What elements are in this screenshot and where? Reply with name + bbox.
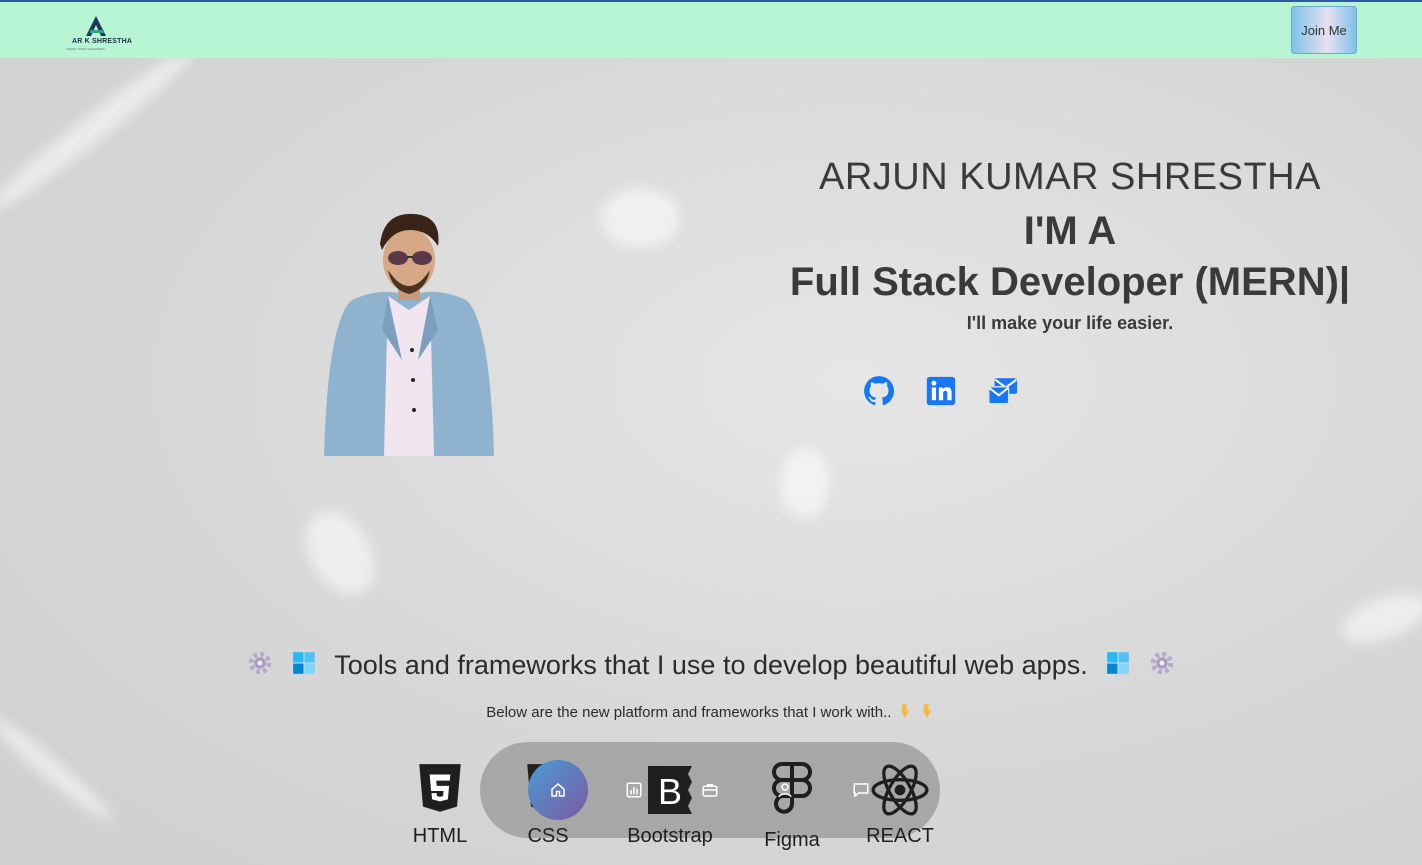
brand-logo[interactable]: AR K SHRESTHA I MAKE YOUR LIFE EASIER bbox=[66, 12, 146, 52]
hero-role: Full Stack Developer (MERN)| bbox=[789, 260, 1351, 304]
tech-label: REACT bbox=[866, 825, 934, 847]
dock-about-button[interactable] bbox=[776, 781, 794, 799]
hero-tagline: I'll make your life easier. bbox=[966, 313, 1174, 333]
tools-heading: Tools and frameworks that I use to devel… bbox=[0, 648, 1422, 685]
tools-subtitle-text: Below are the new platform and framework… bbox=[486, 703, 892, 721]
profile-photo bbox=[322, 210, 496, 456]
gear-icon bbox=[245, 648, 275, 685]
chat-icon bbox=[853, 783, 869, 798]
linkedin-link[interactable] bbox=[924, 374, 958, 408]
svg-text:B: B bbox=[658, 771, 682, 812]
tech-item-react: REACT bbox=[866, 762, 934, 848]
gear-icon bbox=[1147, 648, 1177, 685]
navbar: AR K SHRESTHA I MAKE YOUR LIFE EASIER Jo… bbox=[0, 2, 1422, 58]
join-me-button[interactable]: Join Me bbox=[1291, 6, 1357, 54]
tools-title-text: Tools and frameworks that I use to devel… bbox=[334, 649, 1088, 680]
tech-label: Bootstrap bbox=[627, 825, 713, 847]
github-link[interactable] bbox=[862, 374, 896, 408]
tech-item-bootstrap: B Bootstrap bbox=[622, 762, 718, 848]
tools-subheading: Below are the new platform and framework… bbox=[0, 702, 1422, 724]
html5-icon bbox=[419, 764, 461, 812]
chart-icon bbox=[626, 782, 642, 798]
windows-icon bbox=[1105, 650, 1131, 683]
tech-label: HTML bbox=[412, 825, 468, 847]
tech-item-figma: Figma bbox=[760, 762, 824, 852]
bootstrap-icon: B bbox=[648, 766, 692, 814]
mail-icon bbox=[988, 378, 1018, 405]
dock-stats-button[interactable] bbox=[625, 781, 643, 799]
pointing-down-icon bbox=[896, 702, 914, 724]
linkedin-icon bbox=[926, 376, 956, 406]
hero-name: ARJUN KUMAR SHRESTHA bbox=[819, 156, 1321, 198]
dock-home-button[interactable] bbox=[528, 760, 588, 820]
tech-item-html: HTML bbox=[408, 762, 472, 848]
logo-tagline: I MAKE YOUR LIFE EASIER bbox=[66, 47, 105, 51]
dock-portfolio-button[interactable] bbox=[701, 781, 719, 799]
tech-label: CSS bbox=[527, 825, 569, 847]
home-icon bbox=[551, 783, 565, 797]
pointing-down-icon bbox=[918, 702, 936, 724]
hero-intro: I'M A bbox=[1023, 209, 1117, 253]
briefcase-icon bbox=[702, 784, 718, 797]
email-link[interactable] bbox=[986, 374, 1020, 408]
react-icon bbox=[871, 764, 929, 816]
logo-text: AR K SHRESTHA bbox=[72, 38, 133, 45]
hero-text: ARJUN KUMAR SHRESTHA I'M A Full Stack De… bbox=[760, 150, 1380, 334]
tech-label: Figma bbox=[764, 829, 820, 851]
user-icon bbox=[778, 783, 792, 798]
github-icon bbox=[864, 376, 894, 406]
dock-contact-button[interactable] bbox=[852, 781, 870, 799]
windows-icon bbox=[291, 650, 317, 683]
